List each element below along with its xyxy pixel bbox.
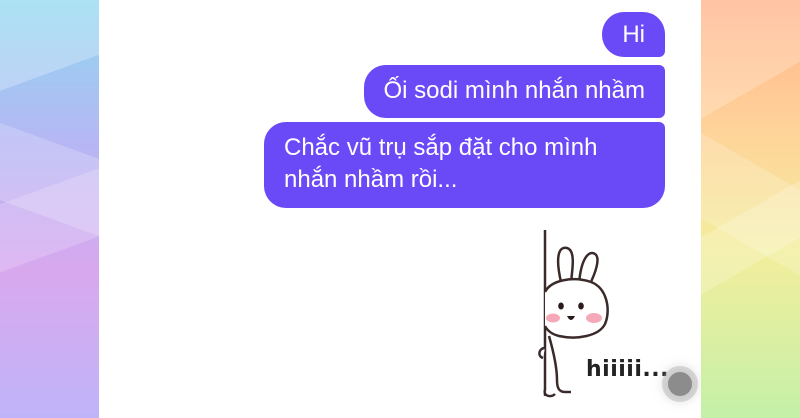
touch-indicator <box>668 372 692 396</box>
sticker-caption: hiiiii... <box>586 357 669 382</box>
bunny-foot <box>543 389 556 398</box>
bunny-body <box>547 335 571 394</box>
left-gradient-border <box>0 0 99 418</box>
bunny-ear-left <box>556 246 574 283</box>
message-bubble[interactable]: Chắc vũ trụ sắp đặt cho mình nhắn nhầm r… <box>264 122 665 208</box>
bunny-head <box>543 278 609 339</box>
message-bubble[interactable]: Hi <box>602 12 665 57</box>
bunny-eye-right <box>578 302 584 310</box>
chat-area[interactable]: Hi Ối sodi mình nhắn nhầm Chắc vũ trụ sắ… <box>99 0 701 418</box>
bunny-cheek-left <box>546 313 560 323</box>
bunny-eye-left <box>558 302 564 310</box>
right-gradient-border <box>701 0 800 418</box>
bunny-cheek-right <box>586 313 602 323</box>
message-bubble[interactable]: Ối sodi mình nhắn nhầm <box>363 65 665 118</box>
